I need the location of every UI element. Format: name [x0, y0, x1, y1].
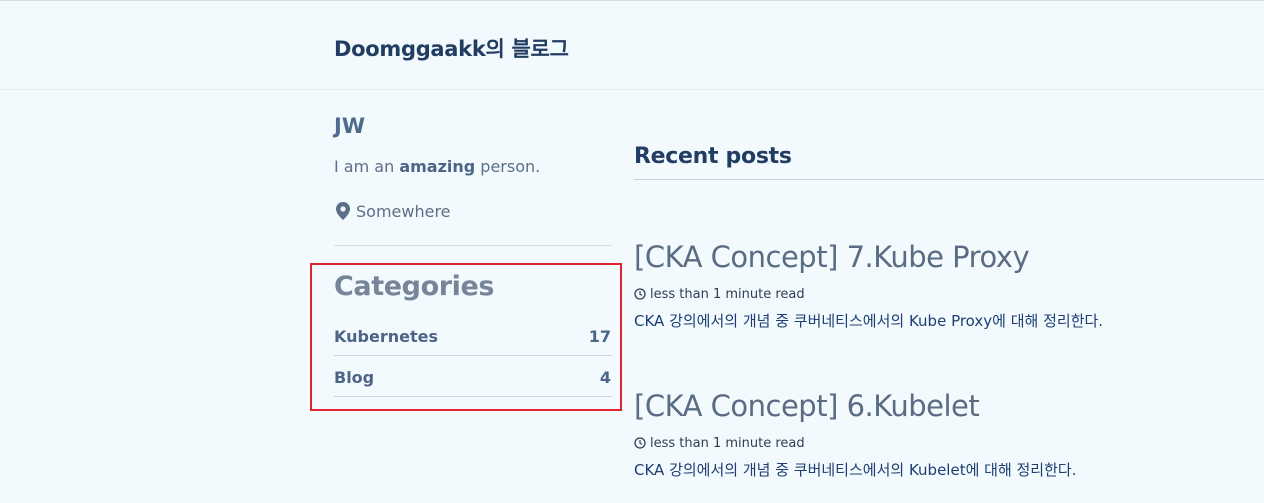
category-count: 4: [599, 368, 611, 387]
post-title-link[interactable]: [CKA Concept] 7.Kube Proxy: [634, 240, 1030, 274]
read-time-text: less than 1 minute read: [650, 287, 805, 302]
category-item-blog[interactable]: Blog 4: [334, 358, 612, 397]
author-bio: I am an amazing person.: [334, 157, 540, 176]
author-location: Somewhere: [336, 202, 451, 221]
category-item-kubernetes[interactable]: Kubernetes 17: [334, 317, 612, 356]
read-time-text: less than 1 minute read: [650, 436, 805, 451]
author-name: JW: [334, 114, 365, 138]
post-excerpt: CKA 강의에서의 개념 중 쿠버네티스에서의 Kubelet에 대해 정리한다…: [634, 461, 1077, 479]
author-bio-suffix: person.: [475, 157, 541, 176]
category-name[interactable]: Blog: [334, 368, 374, 387]
location-text: Somewhere: [356, 202, 451, 221]
category-count: 17: [588, 327, 611, 346]
author-bio-bold: amazing: [399, 157, 476, 176]
recent-posts-heading: Recent posts: [634, 144, 792, 169]
post-read-time: less than 1 minute read: [634, 287, 805, 302]
masthead: Doomggaakk의 블로그: [0, 1, 1264, 90]
map-marker-icon: [336, 202, 350, 220]
post-excerpt: CKA 강의에서의 개념 중 쿠버네티스에서의 Kube Proxy에 대해 정…: [634, 312, 1104, 330]
recent-posts-divider: [634, 179, 1264, 180]
sidebar-divider: [334, 245, 612, 246]
categories-heading: Categories: [334, 271, 495, 302]
author-bio-prefix: I am an: [334, 157, 400, 176]
post-read-time: less than 1 minute read: [634, 436, 805, 451]
category-name[interactable]: Kubernetes: [334, 327, 438, 346]
site-title-link[interactable]: Doomggaakk의 블로그: [334, 33, 569, 63]
post-title-link[interactable]: [CKA Concept] 6.Kubelet: [634, 389, 980, 423]
clock-icon: [634, 288, 646, 300]
clock-icon: [634, 437, 646, 449]
